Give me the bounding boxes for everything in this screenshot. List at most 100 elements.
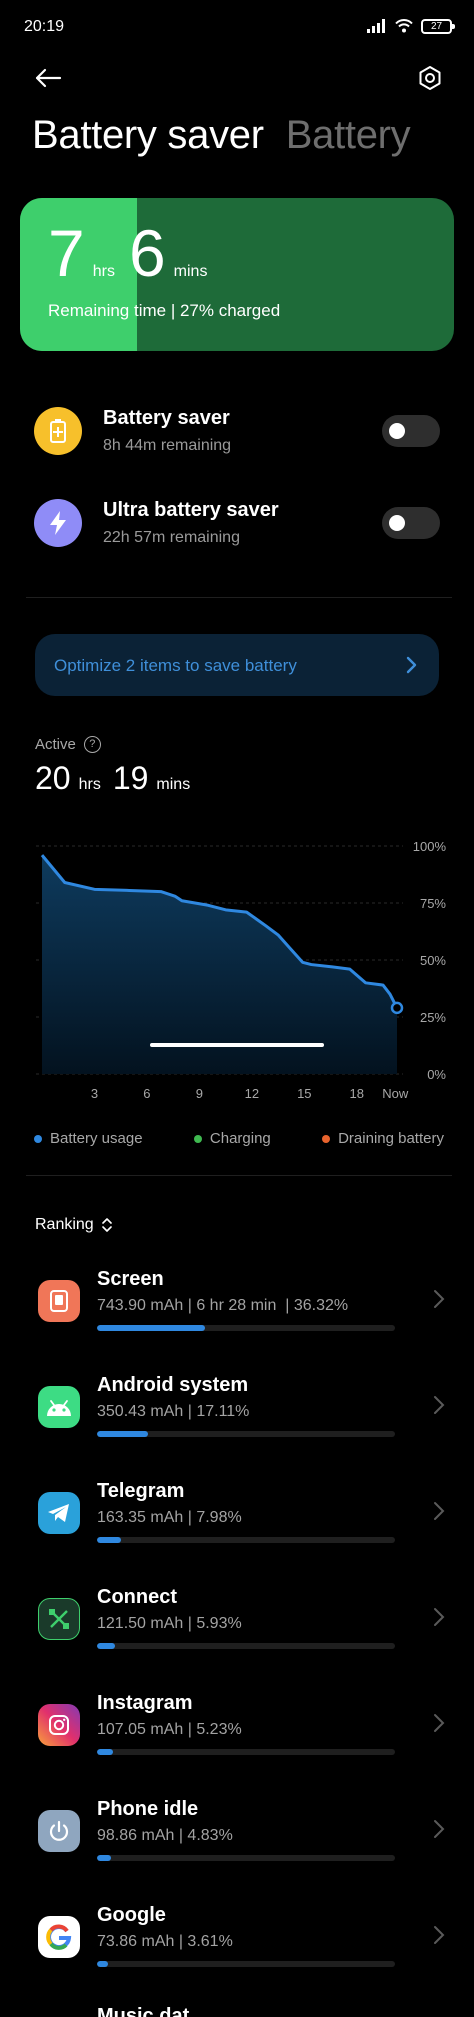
header-tabs: Battery saver Battery [32,113,411,158]
usage-bar [97,1325,395,1331]
x-tick-label: 3 [91,1086,98,1101]
battery-saver-row[interactable]: Battery saver 8h 44m remaining [34,401,440,461]
tab-battery-saver[interactable]: Battery saver [32,113,264,158]
app-detail: 98.86 mAh | 4.83% [97,1827,233,1844]
app-detail: 743.90 mAh | 6 hr 28 min | 36.32% [97,1297,349,1314]
optimize-banner[interactable]: Optimize 2 items to save battery [35,634,439,696]
gear-icon [419,66,441,90]
legend-label: Battery usage [50,1130,143,1147]
legend-dot [322,1134,331,1143]
status-bar: 20:19 27 [0,0,474,52]
app-row-instagram[interactable]: Instagram 107.05 mAh | 5.23% [36,1692,446,1772]
battery-saver-subtitle: 8h 44m remaining [103,437,232,454]
instagram-icon [38,1704,80,1746]
ultra-battery-saver-title: Ultra battery saver [103,499,279,521]
active-mins: 19 [112,760,149,796]
usage-bar [97,1855,395,1861]
chevron-right-icon [434,1608,445,1626]
remaining-subtitle: Remaining time | 27% charged [48,301,281,320]
ranking-sort-button[interactable]: Ranking [35,1216,113,1234]
usage-bar-fill [97,1643,115,1649]
app-detail: 350.43 mAh | 17.11% [97,1403,250,1420]
legend-label: Charging [209,1130,271,1147]
chevron-right-icon [434,1714,445,1732]
chevron-right-icon [406,656,417,674]
app-name: Android system [97,1374,249,1396]
usage-bar [97,1431,395,1437]
y-tick-label: 25% [420,1010,446,1025]
app-detail: 163.35 mAh | 7.98% [97,1509,242,1526]
x-tick-label: Now [382,1086,409,1101]
google-icon [38,1916,80,1958]
active-label: Active ? [35,736,101,753]
legend-dot [193,1134,202,1143]
status-icons: 27 [367,17,455,35]
active-time: 20 hrs 19 mins [35,760,202,797]
app-name: Phone idle [97,1798,199,1820]
app-row-phone-idle[interactable]: Phone idle 98.86 mAh | 4.83% [36,1798,446,1878]
remaining-time-card: 7 hrs 6 mins Remaining time | 27% charge… [20,198,454,351]
usage-bar-fill [97,1431,148,1437]
tab-battery[interactable]: Battery [286,113,411,158]
app-name: Screen [97,1268,164,1290]
y-tick-label: 100% [413,839,447,854]
battery-plus-icon [34,407,82,455]
x-tick-label: 6 [143,1086,150,1101]
y-tick-label: 0% [427,1067,446,1082]
x-tick-label: 9 [196,1086,203,1101]
chevron-right-icon [434,1290,445,1308]
legend-item-battery-usage: Battery usage [34,1130,143,1147]
usage-bar [97,1643,395,1649]
x-tick-label: 15 [297,1086,311,1101]
app-name: Google [97,1904,166,1926]
remaining-hours: 7 [48,216,85,290]
battery-saver-toggle[interactable] [382,415,440,447]
battery-saver-title: Battery saver [103,407,230,429]
legend-label: Draining battery [338,1130,444,1147]
optimize-label: Optimize 2 items to save battery [54,656,297,675]
status-time: 20:19 [24,18,65,35]
app-row-android-system[interactable]: Android system 350.43 mAh | 17.11% [36,1374,446,1454]
settings-button[interactable] [412,60,448,96]
connect-icon [38,1598,80,1640]
app-name: Connect [97,1586,177,1608]
ultra-battery-saver-toggle[interactable] [382,507,440,539]
signal-icon [367,19,385,33]
back-arrow-icon [35,68,62,88]
legend-item-charging: Charging [193,1130,271,1147]
sort-icon [101,1218,112,1232]
telegram-icon [38,1492,80,1534]
usage-bar-fill [97,1325,206,1331]
app-name: Instagram [97,1692,193,1714]
divider [26,597,452,598]
app-detail: 107.05 mAh | 5.23% [97,1721,242,1738]
help-icon[interactable]: ? [83,736,101,753]
active-label-text: Active [35,736,76,753]
app-row-google[interactable]: Google 73.86 mAh | 3.61% [36,1904,446,1984]
legend-item-draining: Draining battery [322,1130,444,1147]
app-row-screen[interactable]: Screen 743.90 mAh | 6 hr 28 min | 36.32% [36,1268,446,1348]
ultra-battery-saver-subtitle: 22h 57m remaining [103,529,240,546]
app-detail: 73.86 mAh | 3.61% [97,1933,233,1950]
usage-bar-fill [97,1961,108,1967]
wifi-icon [395,19,413,33]
legend-dot [34,1134,42,1143]
active-hours-unit: hrs [78,776,101,793]
battery-usage-chart[interactable]: 100% 75% 50% 25% 0% 3 6 9 12 15 18 Now [0,830,474,1110]
active-hours: 20 [35,760,71,796]
back-button[interactable] [30,60,66,96]
chevron-right-icon [434,1396,445,1414]
toggle-knob [389,515,405,531]
remaining-mins: 6 [128,216,166,290]
battery-icon: 27 [421,18,455,34]
app-name: Telegram [97,1480,185,1502]
app-name-partial[interactable]: Music dat [97,2005,189,2017]
ranking-label: Ranking [35,1216,94,1233]
lightning-icon [34,499,82,547]
active-mins-unit: mins [156,776,191,793]
usage-bar-fill [97,1855,112,1861]
app-row-connect[interactable]: Connect 121.50 mAh | 5.93% [36,1586,446,1666]
app-row-telegram[interactable]: Telegram 163.35 mAh | 7.98% [36,1480,446,1560]
power-icon [38,1810,80,1852]
ultra-battery-saver-row[interactable]: Ultra battery saver 22h 57m remaining [34,493,440,553]
